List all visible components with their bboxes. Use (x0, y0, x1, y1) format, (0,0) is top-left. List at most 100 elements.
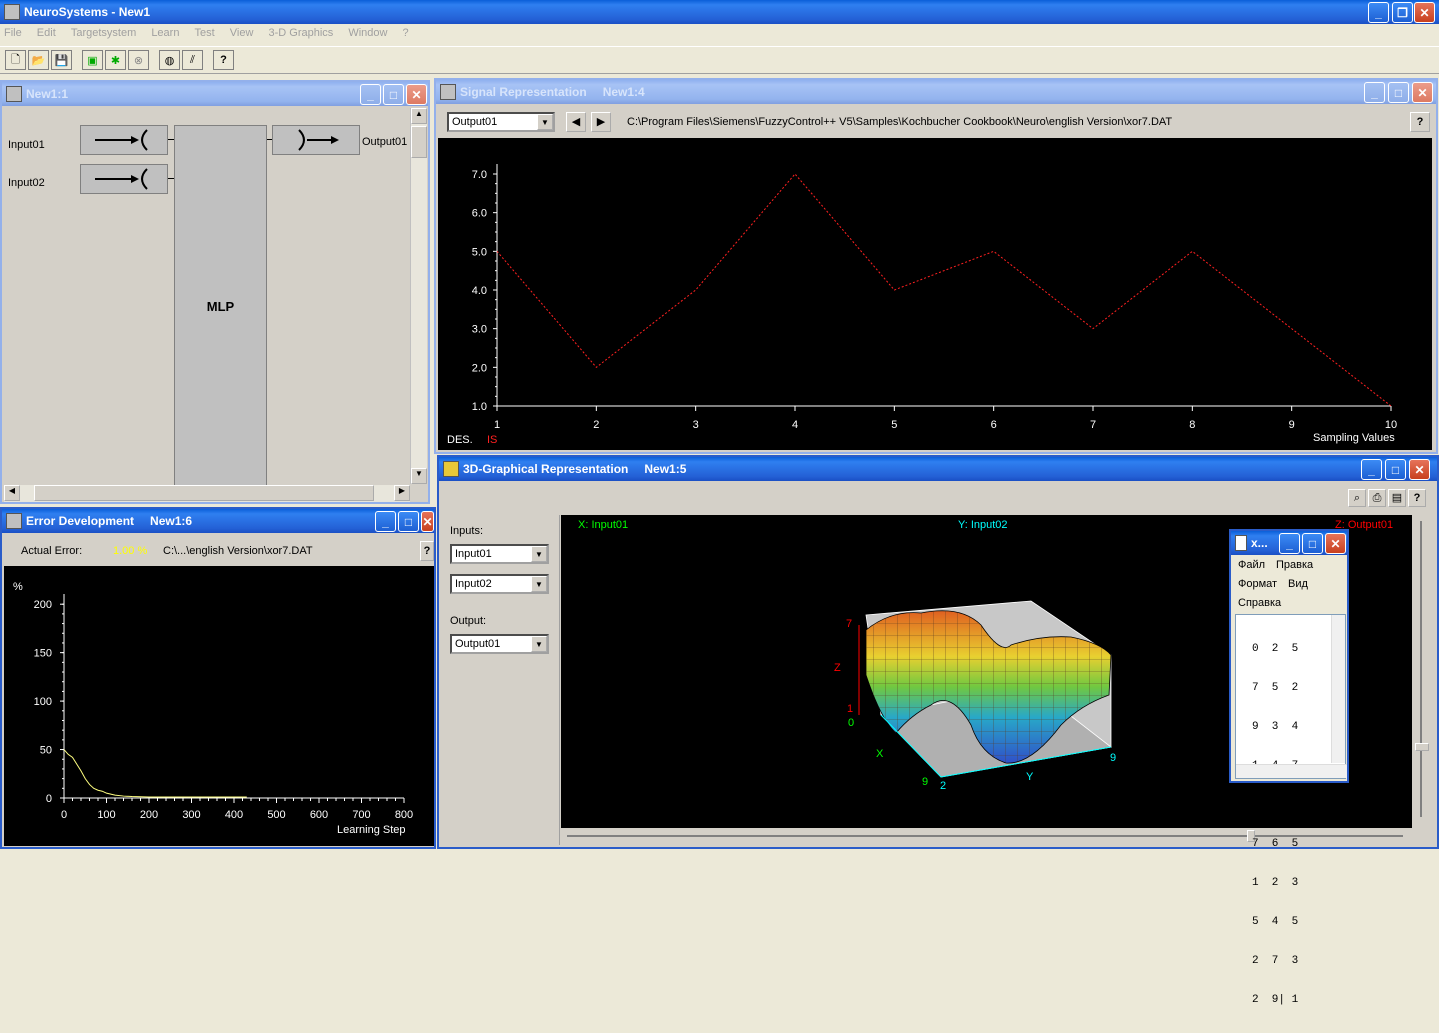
print-icon[interactable]: ⎙ (1368, 489, 1386, 507)
notepad-minimize-button[interactable]: _ (1279, 533, 1300, 554)
data-row: 5 4 5 (1252, 916, 1299, 928)
menu-view[interactable]: View (230, 27, 254, 39)
signal-close-button[interactable]: ✕ (1412, 82, 1433, 103)
network-maximize-button[interactable]: □ (383, 84, 404, 105)
notepad-hscrollbar[interactable] (1236, 764, 1347, 778)
graph3d-window-subtitle: New1:5 (644, 462, 687, 476)
menu-3d-graphics[interactable]: 3-D Graphics (268, 27, 333, 39)
graph3d-maximize-button[interactable]: □ (1385, 459, 1406, 480)
chevron-down-icon[interactable]: ▼ (531, 546, 547, 562)
network-window-titlebar: New1:1 _ □ ✕ (2, 82, 428, 106)
globe-icon[interactable]: ◍ (159, 50, 180, 70)
signal-minimize-button[interactable]: _ (1364, 82, 1385, 103)
signal-maximize-button[interactable]: □ (1388, 82, 1409, 103)
notepad-close-button[interactable]: ✕ (1325, 533, 1346, 554)
signal-select[interactable]: Output01 ▼ (447, 112, 555, 132)
output-connector-icon (298, 129, 339, 151)
graph3d-close-button[interactable]: ✕ (1409, 459, 1430, 480)
menu-targetsystem[interactable]: Targetsystem (71, 27, 136, 39)
notepad-menu-view[interactable]: Вид (1288, 578, 1308, 590)
hscroll-thumb[interactable] (34, 485, 374, 501)
x-tick-label: 700 (352, 809, 370, 821)
input-block-1[interactable] (80, 125, 168, 155)
help-icon[interactable]: ? (213, 50, 234, 70)
close-button[interactable]: ✕ (1414, 2, 1435, 23)
network-hscrollbar[interactable]: ◀ ▶ (4, 485, 410, 502)
next-signal-button[interactable]: ▶ (591, 112, 611, 132)
error-close-button[interactable]: ✕ (421, 511, 434, 532)
graph3d-vscrollbar[interactable] (1413, 515, 1431, 828)
restore-button[interactable]: ❐ (1392, 2, 1413, 23)
menu-test[interactable]: Test (195, 27, 215, 39)
error-minimize-button[interactable]: _ (375, 511, 396, 532)
actual-error-value: 1.00 % (113, 545, 148, 557)
signal-window-subtitle: New1:4 (602, 85, 645, 99)
y-tick-label: 2.0 (472, 362, 487, 374)
signal-help-button[interactable]: ? (1410, 112, 1430, 132)
prev-signal-button[interactable]: ◀ (566, 112, 586, 132)
graph3d-minimize-button[interactable]: _ (1361, 459, 1382, 480)
notepad-vscrollbar[interactable] (1331, 615, 1345, 763)
scroll-left-icon[interactable]: ◀ (4, 485, 20, 501)
scroll-down-icon[interactable]: ▼ (411, 468, 427, 484)
network-close-button[interactable]: ✕ (406, 84, 427, 105)
notepad-maximize-button[interactable]: □ (1302, 533, 1323, 554)
notepad-menu-edit[interactable]: Правка (1276, 559, 1313, 571)
output-block-1[interactable] (272, 125, 360, 155)
notepad-menu-help[interactable]: Справка (1238, 597, 1281, 609)
network-minimize-button[interactable]: _ (360, 84, 381, 105)
input1-select[interactable]: Input01 ▼ (450, 544, 549, 564)
output-label-1: Output01 (362, 136, 408, 148)
y-axis-title: Y: Input02 (958, 519, 1008, 531)
x-tick-label: 2 (593, 419, 599, 431)
chevron-down-icon[interactable]: ▼ (531, 576, 547, 592)
vslider-thumb[interactable] (1415, 743, 1429, 751)
load-data-icon[interactable]: ▣ (82, 50, 103, 70)
graph3d-help-button[interactable]: ? (1408, 489, 1426, 507)
save-icon[interactable]: 💾 (51, 50, 72, 70)
z-tick-bottom: 1 (847, 703, 854, 715)
stop-icon[interactable]: ⊗ (128, 50, 149, 70)
open-folder-icon[interactable]: 📂 (28, 50, 49, 70)
scroll-thumb[interactable] (411, 126, 427, 158)
notepad-menu-file[interactable]: Файл (1238, 559, 1265, 571)
data-row: 2 7 3 (1252, 955, 1299, 967)
signal-file-path: C:\Program Files\Siemens\FuzzyControl++ … (627, 116, 1173, 128)
scroll-up-icon[interactable]: ▲ (411, 108, 427, 124)
x-axis-letter: X (876, 748, 884, 760)
signal-window-titlebar: Signal Representation New1:4 _ □ ✕ (436, 80, 1436, 104)
chevron-down-icon[interactable]: ▼ (537, 114, 553, 130)
notepad-textarea[interactable]: 0 2 5 7 5 2 9 3 4 1 4 7 2 3 4 7 6 5 1 2 … (1235, 614, 1347, 1006)
input-label-2: Input02 (8, 177, 45, 189)
menu-help[interactable]: ? (403, 27, 409, 39)
output-label: Output: (450, 615, 487, 627)
notepad-icon (1235, 535, 1247, 551)
app-title: NeuroSystems - New1 (24, 5, 151, 19)
mlp-block[interactable]: MLP (174, 125, 267, 487)
new-file-icon[interactable]: 🗋 (5, 50, 26, 70)
menu-edit[interactable]: Edit (37, 27, 56, 39)
minimize-button[interactable]: _ (1368, 2, 1389, 23)
menu-learn[interactable]: Learn (151, 27, 179, 39)
graph-icon[interactable]: ⫽ (182, 50, 203, 70)
network-vscrollbar[interactable]: ▲ ▼ (410, 108, 427, 484)
notepad-menu-format[interactable]: Формат (1238, 578, 1277, 590)
menu-window[interactable]: Window (348, 27, 387, 39)
copy-icon[interactable]: ▤ (1388, 489, 1406, 507)
scroll-right-icon[interactable]: ▶ (394, 485, 410, 501)
graph3d-window-title: 3D-Graphical Representation (463, 462, 629, 476)
signal-series-line (496, 173, 1392, 407)
input-label-1: Input01 (8, 139, 45, 151)
input-block-2[interactable] (80, 164, 168, 194)
menu-file[interactable]: File (4, 27, 22, 39)
chevron-down-icon[interactable]: ▼ (531, 636, 547, 652)
error-maximize-button[interactable]: □ (398, 511, 419, 532)
error-help-button[interactable]: ? (420, 541, 434, 561)
run-learn-icon[interactable]: ✱ (105, 50, 126, 70)
output-select[interactable]: Output01 ▼ (450, 634, 549, 654)
zoom-icon[interactable]: ⌕ (1348, 489, 1366, 507)
actual-error-label: Actual Error: (21, 545, 83, 557)
y-tick-label: 3.0 (472, 324, 487, 336)
y-tick-label: 200 (34, 599, 52, 611)
input2-select[interactable]: Input02 ▼ (450, 574, 549, 594)
